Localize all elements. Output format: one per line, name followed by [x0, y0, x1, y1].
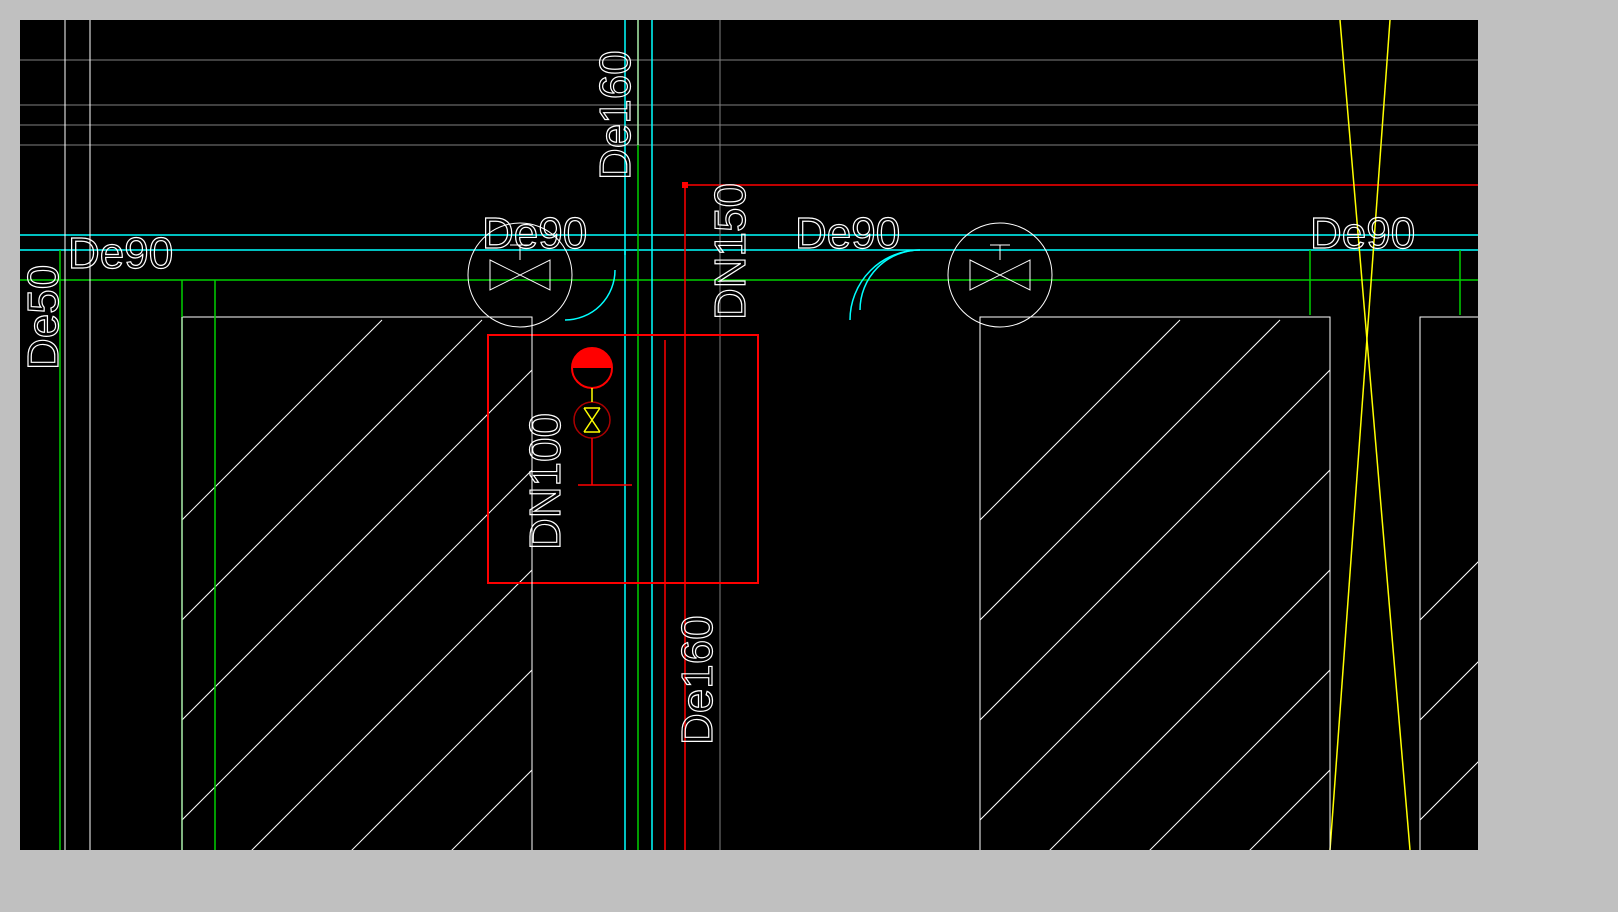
small-gate-valve [574, 388, 610, 438]
hatch-pattern [1120, 320, 1478, 850]
label-de50: De50 [20, 265, 68, 370]
label-de90: De90 [68, 229, 173, 278]
building-outline [980, 317, 1330, 850]
hatch-pattern [20, 320, 1082, 850]
label-de90: De90 [1310, 209, 1415, 258]
hatch-pattern [580, 320, 1478, 850]
building-outline [182, 317, 532, 850]
fire-hydrant-symbol [572, 348, 612, 388]
gate-valve-symbol [948, 223, 1052, 327]
label-de160: De160 [673, 615, 722, 745]
cad-drawing-viewport[interactable]: De90 De90 De90 De90 De50 De160 De160 DN1… [20, 20, 1478, 850]
label-de90: De90 [482, 209, 587, 258]
label-de160: De160 [591, 50, 640, 180]
label-dn100: DN100 [521, 413, 570, 550]
label-de90: De90 [795, 209, 900, 258]
label-dn150: DN150 [706, 183, 755, 320]
